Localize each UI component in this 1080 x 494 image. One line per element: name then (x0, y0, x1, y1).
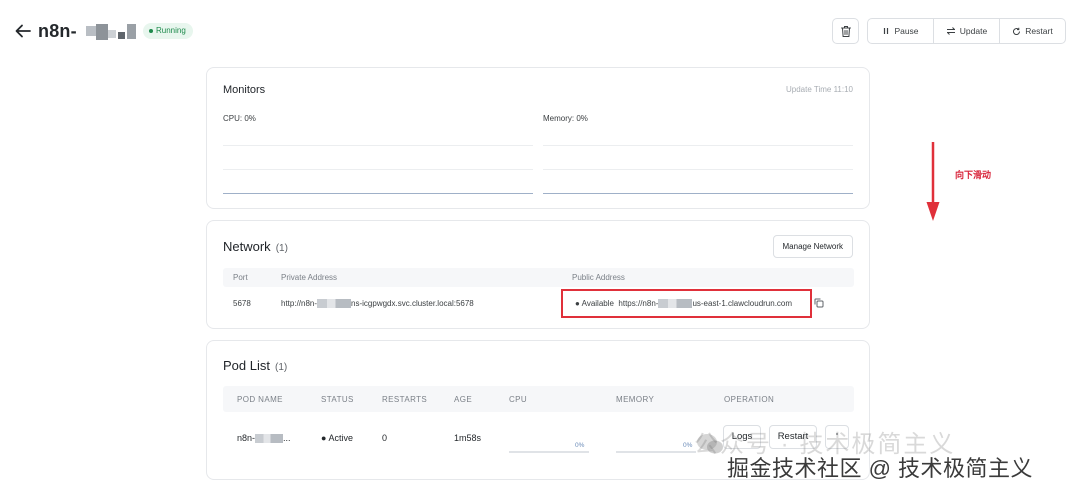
memory-usage-bar (616, 451, 696, 453)
pod-name-prefix: n8n- (237, 433, 256, 443)
pod-status-label: Active (328, 433, 353, 443)
update-button[interactable]: Update (934, 19, 1000, 43)
trash-icon (841, 26, 851, 37)
redacted-name (84, 22, 136, 40)
pod-name: n8n-... (237, 433, 291, 444)
col-status: STATUS (321, 395, 354, 404)
port-value: 5678 (233, 299, 251, 308)
col-cpu: CPU (509, 395, 528, 404)
restart-label: Restart (1025, 26, 1053, 36)
pause-icon (884, 28, 889, 34)
col-age: AGE (454, 395, 473, 404)
private-address[interactable]: http://n8n-ns-icgpwgdx.svc.cluster.local… (281, 299, 474, 309)
down-arrow-annotation (926, 142, 940, 221)
status-badge: Running (143, 23, 193, 39)
col-pod-name: POD NAME (237, 395, 283, 404)
redacted-text (255, 434, 284, 444)
private-address-prefix: http://n8n- (281, 299, 318, 308)
cpu-chart (223, 130, 533, 194)
col-memory: MEMORY (616, 395, 655, 404)
restart-button[interactable]: Restart (1000, 19, 1065, 43)
action-button-group: Pause Update Restart (867, 18, 1066, 44)
update-time: Update Time 11:10 (785, 85, 853, 94)
pod-count: (1) (274, 362, 288, 373)
col-restarts: RESTARTS (382, 395, 428, 404)
pause-label: Pause (894, 26, 919, 36)
app-title: n8n- (38, 21, 77, 41)
monitors-card: Monitors Update Time 11:10 CPU: 0% Memor… (206, 67, 870, 209)
pod-table-header: POD NAME STATUS RESTARTS AGE CPU MEMORY … (223, 386, 854, 412)
pod-age: 1m58s (454, 433, 482, 443)
col-operation: OPERATION (724, 395, 775, 404)
update-label: Update (959, 26, 988, 36)
pod-list-title-text: Pod List (223, 358, 270, 373)
cpu-label: CPU: 0% (223, 114, 256, 123)
network-count: (1) (275, 243, 288, 254)
pod-status: ● Active (321, 433, 353, 443)
memory-chart (543, 130, 853, 194)
restart-icon (1013, 27, 1021, 35)
swap-icon (946, 27, 955, 35)
cpu-usage-label: 0% (575, 442, 585, 449)
network-table-header: Port Private Address Public Address (223, 268, 854, 287)
col-public: Public Address (572, 273, 625, 282)
delete-button[interactable] (832, 18, 859, 44)
pod-restarts: 0 (382, 433, 388, 443)
copy-icon[interactable] (814, 298, 824, 308)
col-private: Private Address (281, 273, 338, 282)
highlight-box (561, 289, 812, 318)
annotation-text: 向下滑动 (955, 170, 992, 180)
watermark-line-2: 掘金技术社区 @ 技术极简主义 (727, 456, 1034, 481)
col-port: Port (233, 273, 248, 282)
back-arrow-icon[interactable] (14, 22, 32, 40)
network-title-text: Network (223, 239, 271, 254)
pod-name-suffix: ... (283, 433, 291, 443)
pause-button[interactable]: Pause (868, 19, 934, 43)
pod-list-title: Pod List (1) (223, 358, 287, 373)
redacted-text (317, 299, 352, 309)
cpu-usage-bar (509, 451, 589, 453)
memory-usage-label: 0% (683, 442, 693, 449)
page-header: n8n- Running Pause Update Restart (0, 0, 1080, 64)
private-address-suffix: ns-icgpwgdx.svc.cluster.local:5678 (351, 299, 474, 308)
monitors-title: Monitors (223, 84, 266, 96)
manage-network-button[interactable]: Manage Network (772, 235, 853, 258)
memory-label: Memory: 0% (543, 114, 588, 123)
network-title: Network (1) (223, 239, 288, 254)
network-card: Network (1) Manage Network Port Private A… (206, 220, 870, 329)
